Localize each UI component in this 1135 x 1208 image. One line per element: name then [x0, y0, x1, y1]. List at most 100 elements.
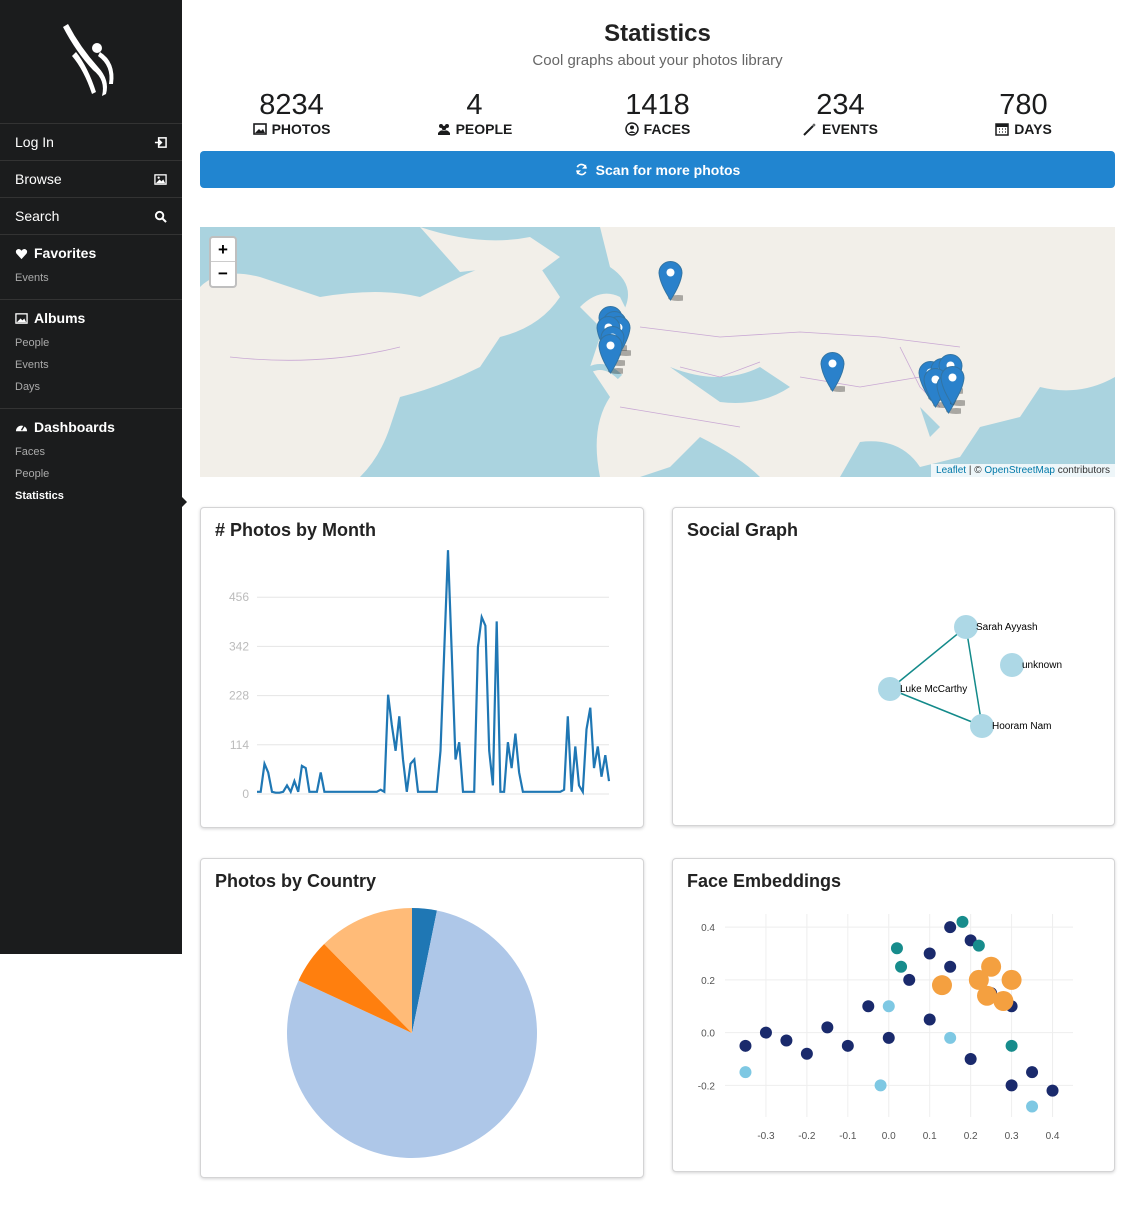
scatter-point: [972, 939, 985, 952]
sidebar-item-label: Log In: [15, 134, 54, 150]
stat-value: 234: [816, 89, 865, 121]
sidebar-item-label: Favorites: [34, 245, 97, 261]
scatter-point: [1046, 1084, 1059, 1097]
x-tick-label: 0.1: [923, 1131, 937, 1142]
y-tick-label: 456: [229, 590, 249, 604]
stat-value: 1418: [625, 89, 690, 121]
osm-link[interactable]: OpenStreetMap: [984, 465, 1055, 476]
sidebar-item-login[interactable]: Log In: [0, 124, 182, 161]
sidebar-item-dashboards-people[interactable]: People: [15, 463, 167, 485]
series-line: [257, 550, 611, 796]
stat-faces: 1418 FACES: [566, 90, 749, 140]
stat-label-row: FACES: [566, 121, 749, 137]
scatter-point: [739, 1066, 752, 1079]
image-icon: [252, 123, 267, 135]
scan-button[interactable]: Scan for more photos: [200, 151, 1115, 188]
stat-label-row: DAYS: [932, 121, 1115, 137]
scatter-point: [759, 1026, 772, 1039]
y-tick-label: 0.0: [701, 1029, 715, 1040]
sidebar-item-dashboards[interactable]: Dashboards: [15, 418, 167, 436]
stat-label: PEOPLE: [455, 121, 513, 137]
leaflet-link[interactable]: Leaflet: [936, 465, 966, 476]
graph-node-label: Hooram Nam: [992, 721, 1051, 732]
user-circle-icon: [624, 122, 639, 136]
users-icon: [437, 124, 450, 135]
stat-events: 234 EVENTS: [749, 90, 932, 140]
scatter-point: [903, 973, 916, 986]
scatter-point: [1026, 1066, 1039, 1079]
sign-in-icon: [154, 136, 167, 148]
scatter-chart: -0.3 -0.2 -0.1 0.0 0.1 0.2 0.3 0.4 0.4 0.2 0.0 -0.2: [698, 914, 1073, 1142]
zoom-out-button[interactable]: −: [211, 262, 235, 286]
scatter-point: [931, 975, 952, 996]
dashboard-icon: [15, 424, 28, 431]
page-title: Statistics: [604, 20, 711, 47]
sidebar-item-search[interactable]: Search: [0, 198, 182, 235]
scatter-point: [800, 1047, 813, 1060]
photo-map[interactable]: + − Leaflet | © OpenStreetMap contributo…: [200, 227, 1115, 477]
scatter-point: [821, 1021, 834, 1034]
y-tick-label: 0.4: [701, 923, 715, 934]
stat-value: 4: [466, 89, 483, 121]
stat-label-row: EVENTS: [749, 121, 932, 137]
x-tick-label: -0.1: [839, 1131, 857, 1142]
attribution-tail: contributors: [1054, 465, 1110, 476]
sidebar-item-albums-days[interactable]: Days: [15, 376, 167, 398]
scatter-point: [923, 1013, 936, 1026]
stat-label: DAYS: [1014, 121, 1052, 137]
card-photos-by-month: # Photos by Month 0 114 228 342 456: [200, 507, 644, 828]
scatter-point: [956, 915, 969, 928]
scatter-point: [1005, 1039, 1018, 1052]
app-logo[interactable]: [0, 0, 182, 124]
sidebar-group-favorites: Favorites Events: [0, 235, 182, 300]
map-marker-icon[interactable]: [598, 333, 628, 374]
card-social-graph: Social Graph Sarah Ayyash unknown Luke McC…: [672, 507, 1115, 826]
attribution-separator: | ©: [966, 465, 985, 476]
image-icon: [15, 312, 28, 324]
stat-label-row: PEOPLE: [383, 121, 566, 137]
map-marker-icon[interactable]: [658, 260, 688, 301]
scatter-point: [895, 960, 908, 973]
scatter-point: [882, 1031, 895, 1044]
scatter-point: [739, 1039, 752, 1052]
scatter-point: [1005, 1079, 1018, 1092]
sidebar-item-dashboards-statistics[interactable]: Statistics: [15, 485, 167, 507]
stat-value: 8234: [259, 89, 324, 121]
zoom-control: + −: [209, 236, 237, 288]
y-tick-label: 228: [229, 689, 249, 703]
sidebar-item-dashboards-faces[interactable]: Faces: [15, 441, 167, 463]
scatter-point: [890, 942, 903, 955]
sidebar-group-albums: Albums People Events Days: [0, 300, 182, 409]
sidebar-item-albums[interactable]: Albums: [15, 309, 167, 327]
sidebar-item-favorites[interactable]: Favorites: [15, 244, 167, 262]
map-marker-icon[interactable]: [820, 351, 850, 392]
sidebar-item-browse[interactable]: Browse: [0, 161, 182, 198]
scatter-point: [841, 1039, 854, 1052]
x-tick-label: 0.2: [964, 1131, 978, 1142]
stats-row: 8234 PHOTOS 4 PEOPLE 1418 FACES 234 EVEN…: [200, 90, 1115, 140]
scatter-point: [944, 1031, 957, 1044]
scatter-point: [977, 985, 998, 1006]
magic-wand-icon: [803, 123, 816, 136]
map-marker-icon[interactable]: [940, 365, 970, 406]
zoom-in-button[interactable]: +: [211, 238, 235, 262]
stat-value: 780: [999, 89, 1048, 121]
stat-label: FACES: [643, 121, 691, 137]
graph-node: [954, 615, 978, 639]
sidebar-item-albums-people[interactable]: People: [15, 332, 167, 354]
sidebar-item-albums-events[interactable]: Events: [15, 354, 167, 376]
stat-days: 780 DAYS: [932, 90, 1115, 140]
graph-node-label: Sarah Ayyash: [976, 622, 1038, 633]
scatter-point: [1026, 1100, 1039, 1113]
sidebar: Log In Browse Search Favorites Events Al…: [0, 0, 187, 954]
scatter-point: [944, 960, 957, 973]
scatter-point: [1001, 969, 1022, 990]
map-attribution: Leaflet | © OpenStreetMap contributors: [931, 464, 1115, 477]
graph-node: [970, 714, 994, 738]
scatter-point: [964, 1053, 977, 1065]
stat-photos: 8234 PHOTOS: [200, 90, 383, 140]
image-icon: [154, 173, 167, 185]
scatter-point: [780, 1034, 793, 1047]
sidebar-item-favorites-events[interactable]: Events: [15, 267, 167, 289]
scatter-point: [944, 921, 957, 934]
